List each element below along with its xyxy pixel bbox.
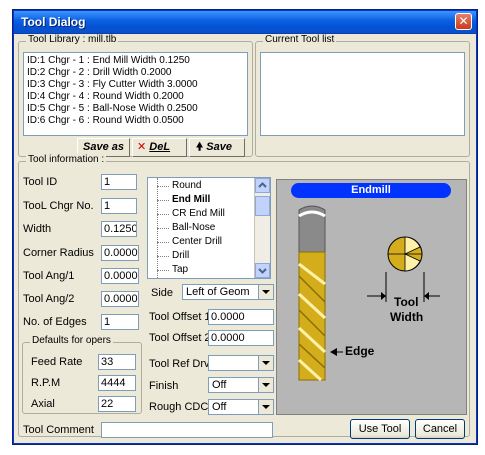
- chevron-down-icon: [258, 268, 267, 274]
- tool-offset2-label: Tool Offset 2: [149, 332, 211, 344]
- finish-value: Off: [212, 379, 227, 391]
- delete-x-icon: ✕: [137, 141, 147, 153]
- save-as-label: Save as: [83, 141, 124, 153]
- tool-chgr-no-field[interactable]: 1: [101, 198, 137, 214]
- tool-comment-field[interactable]: [101, 422, 273, 438]
- feed-rate-label: Feed Rate: [31, 356, 83, 368]
- tool-ang2-label: Tool Ang/2: [23, 293, 75, 305]
- side-select[interactable]: Left of Geom: [182, 284, 274, 300]
- dropdown-arrow-icon: [258, 378, 273, 392]
- corner-radius-field[interactable]: 0.0000: [101, 245, 139, 261]
- tree-item-label: Center Drill: [172, 236, 223, 247]
- rough-cdc-value: Off: [212, 401, 227, 413]
- current-tool-list[interactable]: [260, 52, 465, 136]
- tool-chgr-no-label: TooL Chgr No.: [23, 200, 94, 212]
- cancel-button[interactable]: Cancel: [415, 419, 465, 439]
- up-arrow-icon: 🠝: [196, 141, 204, 153]
- finish-select[interactable]: Off: [208, 377, 274, 393]
- tree-item-end-mill[interactable]: End Mill: [156, 194, 211, 205]
- tool-graphic: Endmill Tool Width Edge: [276, 179, 467, 415]
- tree-item-drill[interactable]: Drill: [156, 250, 190, 261]
- tool-dialog-window: Tool Dialog ✕ Tool Library : mill.tlb ID…: [13, 10, 477, 444]
- tool-library-group: Tool Library : mill.tlb ID:1 Chgr - 1 : …: [18, 34, 253, 157]
- tree-item-label: Tap: [172, 264, 189, 275]
- title-bar[interactable]: Tool Dialog ✕: [14, 11, 476, 34]
- delete-button[interactable]: ✕ DeL: [132, 138, 187, 157]
- list-item[interactable]: ID:1 Chgr - 1 : End Mill Width 0.1250: [24, 55, 247, 67]
- tool-library-list[interactable]: ID:1 Chgr - 1 : End Mill Width 0.1250 ID…: [23, 52, 248, 136]
- list-item[interactable]: ID:5 Chgr - 5 : Ball-Nose Width 0.2500: [24, 103, 247, 115]
- corner-radius-label: Corner Radius: [23, 247, 94, 259]
- tree-scrollbar[interactable]: [254, 178, 270, 278]
- finish-label: Finish: [149, 380, 179, 392]
- dropdown-arrow-icon: [258, 285, 273, 299]
- list-item[interactable]: ID:2 Chgr - 2 : Drill Width 0.2000: [24, 67, 247, 79]
- rough-cdc-label: Rough CDC: [149, 401, 209, 413]
- dropdown-arrow-icon: [258, 400, 273, 414]
- delete-label: DeL: [149, 141, 171, 153]
- tree-item-tap[interactable]: Tap: [156, 264, 189, 275]
- tool-ang1-label: Tool Ang/1: [23, 270, 75, 282]
- tool-ref-drv-label: Tool Ref Drv: [149, 358, 210, 370]
- tree-item-ball-nose[interactable]: Ball-Nose: [156, 222, 216, 233]
- endmill-drawing: [297, 205, 440, 382]
- tool-ref-drv-select[interactable]: [208, 355, 274, 371]
- tool-information-legend: Tool information :: [26, 154, 107, 165]
- axial-label: Axial: [31, 398, 55, 410]
- tree-item-label: Ball-Nose: [172, 222, 216, 233]
- tree-item-label: CR End Mill: [172, 208, 225, 219]
- side-label: Side: [151, 287, 174, 299]
- tree-item-round[interactable]: Round: [156, 180, 202, 191]
- no-of-edges-label: No. of Edges: [23, 316, 87, 328]
- rpm-label: R.P.M: [31, 377, 61, 389]
- tool-offset2-field[interactable]: 0.0000: [208, 330, 274, 346]
- tree-item-cr-end-mill[interactable]: CR End Mill: [157, 208, 225, 219]
- tool-type-header: Endmill: [291, 183, 451, 198]
- use-tool-button[interactable]: Use Tool: [350, 419, 410, 439]
- dropdown-arrow-icon: [258, 356, 273, 370]
- side-value: Left of Geom: [186, 286, 250, 298]
- tree-item-center-drill[interactable]: Center Drill: [156, 236, 223, 247]
- tool-library-legend: Tool Library : mill.tlb: [26, 34, 119, 45]
- tool-width-line2: Width: [390, 310, 424, 324]
- defaults-legend: Defaults for opers: [30, 335, 113, 346]
- current-tool-list-legend: Current Tool list: [263, 34, 337, 45]
- tool-offset1-label: Tool Offset 1: [149, 311, 211, 323]
- tree-item-label: Drill: [172, 250, 190, 261]
- close-button[interactable]: ✕: [455, 13, 472, 30]
- tool-ang2-field[interactable]: 0.0000: [101, 291, 139, 307]
- list-item[interactable]: ID:6 Chgr - 6 : Round Width 0.0500: [24, 115, 247, 127]
- tool-ang1-field[interactable]: 0.0000: [101, 268, 139, 284]
- tool-id-label: Tool ID: [23, 176, 58, 188]
- scroll-down-button[interactable]: [255, 263, 270, 278]
- axial-field[interactable]: 22: [98, 396, 136, 412]
- window-title: Tool Dialog: [21, 15, 86, 29]
- tree-item-label: End Mill: [172, 194, 211, 205]
- edge-label: Edge: [345, 344, 375, 358]
- no-of-edges-field[interactable]: 1: [101, 314, 139, 330]
- list-item[interactable]: ID:3 Chgr - 3 : Fly Cutter Width 3.0000: [24, 79, 247, 91]
- scroll-up-button[interactable]: [255, 178, 270, 193]
- tool-id-field[interactable]: 1: [101, 174, 137, 190]
- tool-type-tree[interactable]: Round End Mill CR End Mill Ball-Nose Cen…: [147, 177, 271, 279]
- close-icon: ✕: [458, 14, 469, 28]
- scroll-thumb[interactable]: [255, 196, 270, 216]
- tree-item-label: Round: [172, 180, 202, 191]
- rough-cdc-select[interactable]: Off: [208, 399, 274, 415]
- feed-rate-field[interactable]: 33: [98, 354, 136, 370]
- tool-width-line1: Tool: [394, 295, 419, 309]
- save-button[interactable]: 🠝 Save: [189, 138, 245, 157]
- tool-offset1-field[interactable]: 0.0000: [208, 309, 274, 325]
- width-label: Width: [23, 223, 52, 235]
- rpm-field[interactable]: 4444: [98, 375, 136, 391]
- chevron-up-icon: [258, 182, 267, 188]
- current-tool-list-group: Current Tool list: [255, 34, 470, 157]
- tool-comment-label: Tool Comment: [23, 424, 94, 436]
- save-label: Save: [206, 141, 232, 153]
- list-item[interactable]: ID:4 Chgr - 4 : Round Width 0.2000: [24, 91, 247, 103]
- width-field[interactable]: 0.1250: [101, 221, 137, 237]
